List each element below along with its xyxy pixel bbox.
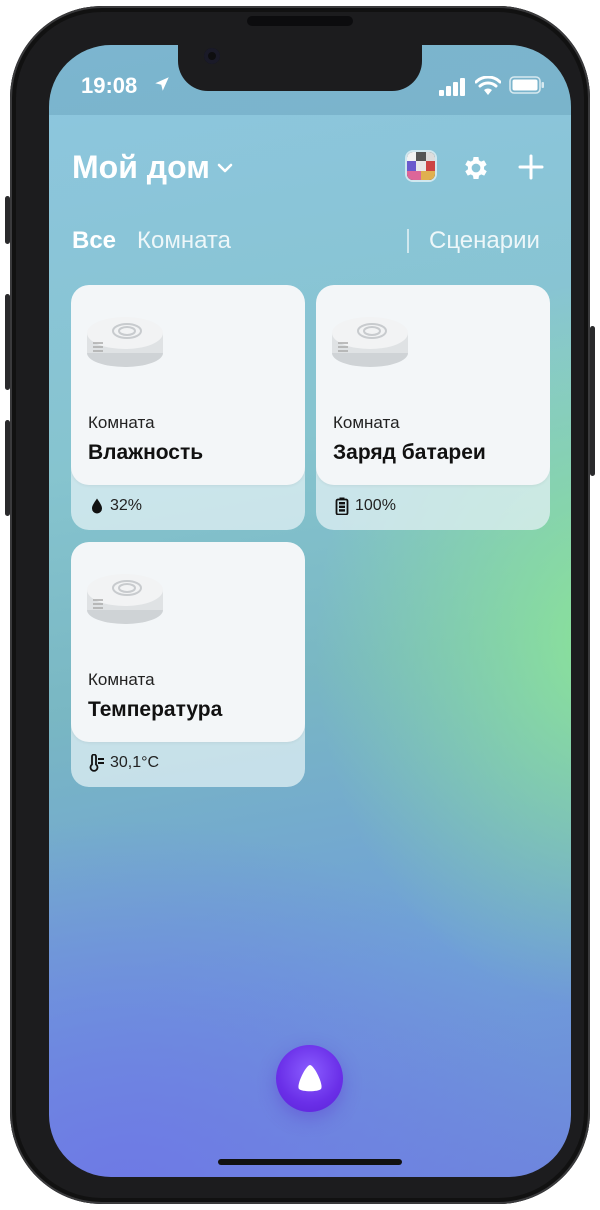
device-name: Влажность — [88, 441, 204, 464]
tab-scenarios[interactable]: Сценарии — [429, 227, 540, 255]
volume-up-button — [5, 294, 10, 390]
alice-icon — [298, 1065, 322, 1092]
status-time: 19:08 — [81, 73, 138, 98]
phone-frame: 19:08 Мой дом Все Комната Сценарии Комна… — [5, 6, 595, 1204]
device-name: Температура — [88, 698, 223, 721]
screen: 19:08 Мой дом Все Комната Сценарии Комна… — [49, 45, 571, 1177]
card-status: 100% — [333, 495, 396, 517]
home-indicator[interactable] — [218, 1159, 402, 1165]
front-camera-icon — [204, 48, 220, 64]
page-title: Мой дом — [72, 149, 210, 185]
avatar[interactable] — [407, 152, 435, 180]
sensor-device-icon — [87, 574, 163, 624]
location-arrow-icon — [155, 77, 169, 91]
card-body: Комната Заряд батареи — [316, 285, 550, 485]
battery-icon — [509, 76, 544, 94]
tab-room[interactable]: Комната — [137, 227, 231, 255]
tab-all[interactable]: Все — [72, 227, 116, 255]
status-value: 100% — [355, 497, 396, 514]
thermometer-icon — [89, 754, 104, 772]
notch — [178, 39, 422, 91]
device-card-humidity[interactable]: Комната Влажность 32% — [71, 285, 305, 530]
battery-level-icon — [335, 497, 349, 515]
plus-icon[interactable] — [517, 153, 545, 181]
sensor-device-icon — [87, 317, 163, 367]
room-label: Комната — [88, 413, 155, 432]
room-label: Комната — [333, 413, 400, 432]
cellular-signal-icon — [439, 78, 465, 96]
chevron-down-icon — [217, 163, 233, 172]
status-value: 30,1°C — [110, 754, 160, 771]
card-status: 32% — [88, 495, 142, 517]
drop-icon — [92, 498, 102, 514]
room-label: Комната — [88, 670, 155, 689]
sensor-device-icon — [332, 317, 408, 367]
power-button — [590, 326, 595, 476]
status-value: 32% — [110, 497, 143, 514]
gear-icon[interactable] — [461, 153, 491, 183]
card-body: Комната Температура — [71, 542, 305, 742]
card-body: Комната Влажность — [71, 285, 305, 485]
device-card-temperature[interactable]: Комната Температура 30,1°C — [71, 542, 305, 787]
wifi-icon — [475, 76, 501, 95]
device-name: Заряд батареи — [333, 441, 486, 464]
card-status: 30,1°C — [88, 752, 159, 774]
speaker-grille — [247, 16, 353, 26]
tab-bar: Все Комната Сценарии — [72, 227, 548, 259]
volume-down-button — [5, 420, 10, 516]
alice-voice-button[interactable] — [276, 1045, 343, 1112]
avatar-image-icon — [407, 152, 435, 180]
device-card-battery[interactable]: Комната Заряд батареи 100% — [316, 285, 550, 530]
mute-switch — [5, 196, 10, 244]
tab-divider — [407, 229, 409, 253]
home-selector[interactable]: Мой дом — [72, 149, 234, 186]
